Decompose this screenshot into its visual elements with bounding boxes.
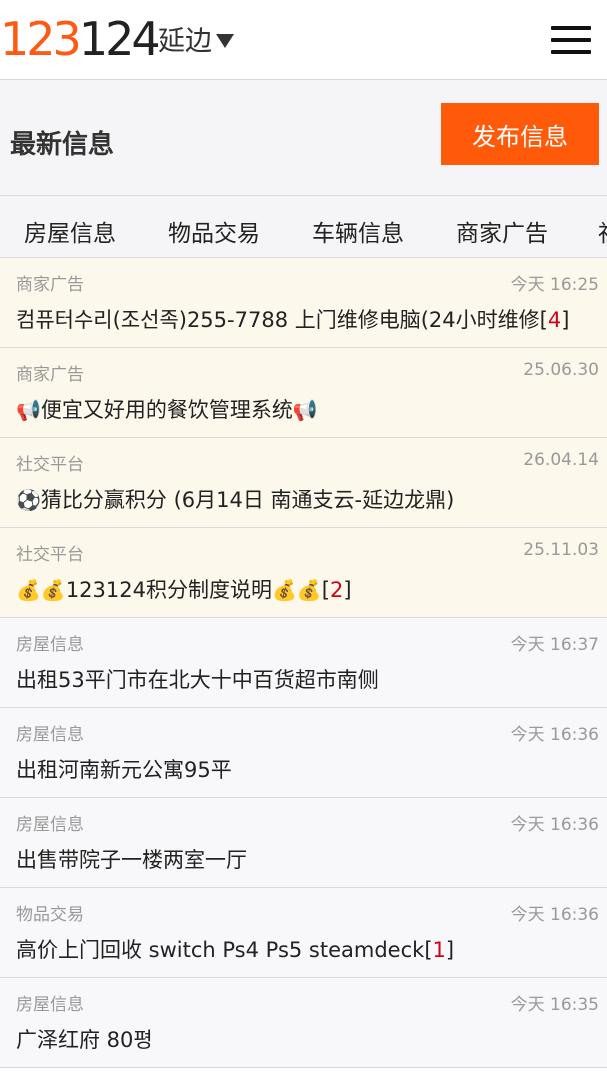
list-item[interactable]: 商家广告 今天 16:25 컴퓨터수리(조선족)255-7788 上门维修电脑(24… xyxy=(0,258,607,348)
caret-down-icon xyxy=(216,33,234,48)
header: 123124 延边 xyxy=(0,0,607,80)
post-title[interactable]: 出售带院子一楼两室一厅 xyxy=(16,844,247,874)
site-logo[interactable]: 123124 xyxy=(0,14,161,64)
post-title-text: 高价上门回收 switch Ps4 Ps5 steamdeck xyxy=(16,938,425,962)
post-time: 今天 16:35 xyxy=(510,995,599,1015)
post-time: 26.04.14 xyxy=(523,450,599,470)
post-category: 房屋信息 xyxy=(16,995,84,1015)
reply-count: [2] xyxy=(321,578,352,602)
publish-button[interactable]: 发布信息 xyxy=(441,103,599,165)
emoji-prefix: ⚽ xyxy=(16,488,41,512)
post-time: 今天 16:36 xyxy=(510,815,599,835)
post-time: 今天 16:25 xyxy=(510,275,599,295)
post-title[interactable]: 广泽红府 80평 xyxy=(16,1024,153,1054)
list-item[interactable]: 房屋信息 今天 16:36 出售带院子一楼两室一厅 xyxy=(0,798,607,888)
post-title[interactable]: 📢便宜又好用的餐饮管理系统📢 xyxy=(16,394,318,424)
post-title-text: 出售带院子一楼两室一厅 xyxy=(16,848,247,872)
post-title[interactable]: 出租河南新元公寓95平 xyxy=(16,754,232,784)
tab-social[interactable]: 社 xyxy=(598,214,607,248)
post-time: 今天 16:36 xyxy=(510,725,599,745)
post-time: 25.06.30 xyxy=(523,360,599,380)
post-category: 房屋信息 xyxy=(16,815,84,835)
tab-housing[interactable]: 房屋信息 xyxy=(24,214,116,248)
tab-vehicles[interactable]: 车辆信息 xyxy=(312,214,404,248)
post-time: 25.11.03 xyxy=(523,540,599,560)
post-title[interactable]: 高价上门回收 switch Ps4 Ps5 steamdeck[1] xyxy=(16,934,454,964)
post-title[interactable]: ⚽猜比分赢积分 (6月14日 南通支云-延边龙鼎) xyxy=(16,484,454,514)
tab-goods[interactable]: 物品交易 xyxy=(168,214,260,248)
list-item[interactable]: 房屋信息 今天 16:37 出租53平门市在北大十中百货超市南侧 xyxy=(0,618,607,708)
list-item[interactable]: 房屋信息 今天 16:36 出租河南新元公寓95平 xyxy=(0,708,607,798)
post-title-text: 便宜又好用的餐饮管理系统 xyxy=(40,398,293,422)
list-item[interactable]: 房屋信息 今天 16:35 广泽红府 80평 xyxy=(0,978,607,1068)
post-title-text: 猜比分赢积分 (6月14日 南通支云-延边龙鼎) xyxy=(40,488,455,512)
post-category: 商家广告 xyxy=(16,275,84,295)
post-category: 商家广告 xyxy=(16,365,84,385)
post-category: 房屋信息 xyxy=(16,725,84,745)
post-time: 今天 16:37 xyxy=(510,635,599,655)
emoji-prefix: 📢 xyxy=(16,398,41,422)
post-category: 物品交易 xyxy=(16,905,84,925)
list-item[interactable]: 物品交易 今天 16:36 高价上门回收 switch Ps4 Ps5 steamd… xyxy=(0,888,607,978)
list-item[interactable]: 社交平台 25.11.03 💰💰123124积分制度说明💰💰[2] xyxy=(0,528,607,618)
reply-count: [4] xyxy=(539,308,570,332)
post-category: 社交平台 xyxy=(16,455,84,475)
post-category: 房屋信息 xyxy=(16,635,84,655)
city-selector[interactable]: 延边 xyxy=(158,24,234,60)
city-label: 延边 xyxy=(158,26,212,57)
emoji-suffix: 💰💰 xyxy=(271,578,322,602)
post-time: 今天 16:36 xyxy=(510,905,599,925)
post-title[interactable]: 出租53平门市在北大十中百货超市南侧 xyxy=(16,664,379,694)
post-title-text: 广泽红府 80평 xyxy=(16,1028,153,1052)
post-title-text: 出租河南新元公寓95平 xyxy=(16,758,232,782)
title-bar: 最新信息 发布信息 xyxy=(0,80,607,196)
category-tabs: 房屋信息 物品交易 车辆信息 商家广告 社 xyxy=(0,196,607,258)
post-title[interactable]: 💰💰123124积分制度说明💰💰[2] xyxy=(16,574,352,604)
tab-merchant-ads[interactable]: 商家广告 xyxy=(456,214,548,248)
post-title[interactable]: 컴퓨터수리(조선족)255-7788 上门维修电脑(24小时维修[4] xyxy=(16,304,569,334)
post-title-text: 컴퓨터수리(조선족)255-7788 上门维修电脑(24小时维修 xyxy=(16,308,540,332)
post-title-text: 123124积分制度说明 xyxy=(65,578,272,602)
hamburger-menu-icon[interactable] xyxy=(551,24,591,54)
post-title-text: 出租53平门市在北大十中百货超市南侧 xyxy=(16,668,379,692)
reply-count: [1] xyxy=(424,938,455,962)
post-list: 商家广告 今天 16:25 컴퓨터수리(조선족)255-7788 上门维修电脑(24… xyxy=(0,258,607,1068)
post-category: 社交平台 xyxy=(16,545,84,565)
emoji-prefix: 💰💰 xyxy=(16,578,66,602)
emoji-suffix: 📢 xyxy=(292,398,318,422)
list-item[interactable]: 社交平台 26.04.14 ⚽猜比分赢积分 (6月14日 南通支云-延边龙鼎) xyxy=(0,438,607,528)
list-item[interactable]: 商家广告 25.06.30 📢便宜又好用的餐饮管理系统📢 xyxy=(0,348,607,438)
page-title: 最新信息 xyxy=(10,130,115,160)
